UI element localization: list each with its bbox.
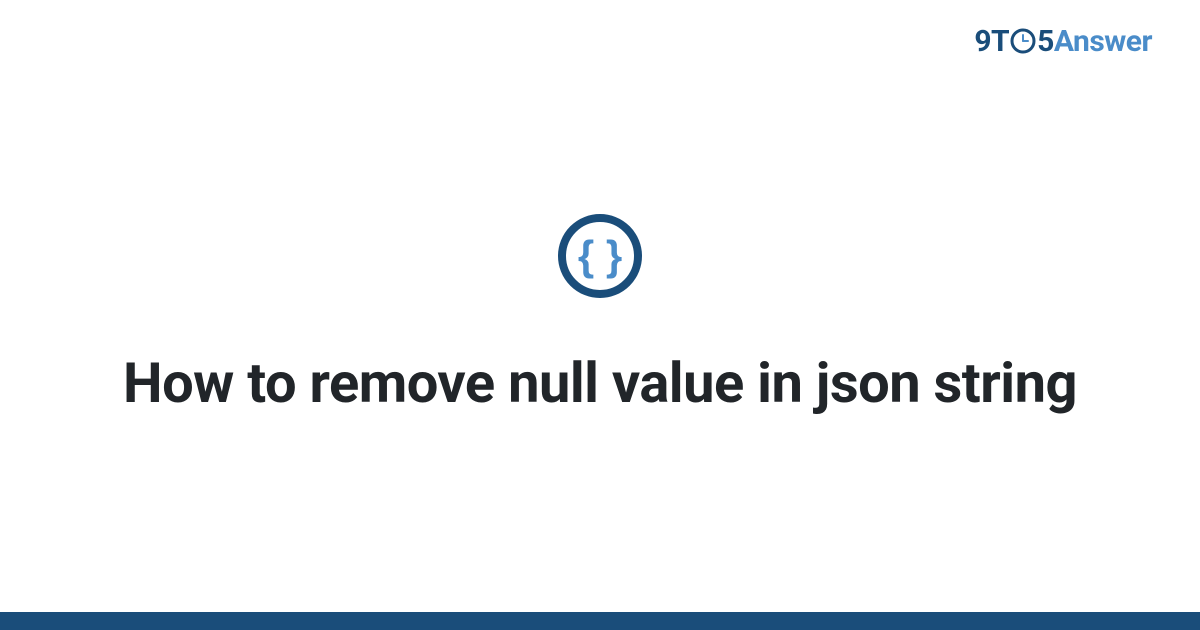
logo-clock-icon <box>1009 27 1037 55</box>
main-content: { } How to remove null value in json str… <box>0 0 1200 630</box>
footer-accent-bar <box>0 612 1200 630</box>
logo-text-answer: Answer <box>1054 24 1152 59</box>
json-braces-icon: { } <box>556 212 644 300</box>
logo-text-5: 5 <box>1037 24 1054 59</box>
topic-icon-container: { } <box>556 212 644 300</box>
logo-text-9t: 9T <box>974 24 1009 59</box>
site-header: 9T 5Answer <box>974 24 1152 59</box>
site-logo[interactable]: 9T 5Answer <box>974 24 1152 59</box>
page-title: How to remove null value in json string <box>123 348 1077 418</box>
svg-text:{ }: { } <box>578 232 622 279</box>
